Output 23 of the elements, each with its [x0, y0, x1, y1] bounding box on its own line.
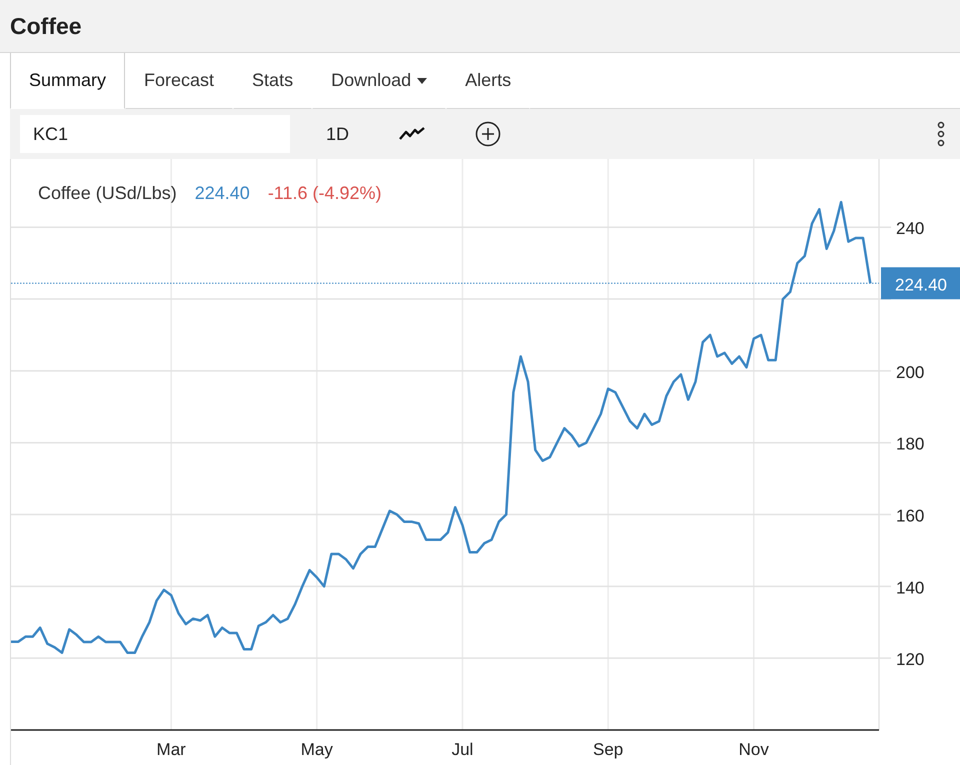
axis-label: May [300, 740, 333, 759]
axis-label: 120 [896, 650, 924, 670]
axis-label: 240 [896, 219, 924, 238]
price-badge: 224.40 [881, 267, 960, 300]
axis-label: Mar [156, 740, 186, 759]
legend-change: -11.6 (-4.92%) [268, 183, 382, 204]
interval-button[interactable]: 1D [322, 120, 354, 148]
legend-name: Coffee (USd/Lbs) [38, 183, 177, 204]
axis-label: Nov [738, 740, 769, 759]
page-title: Coffee [10, 12, 82, 40]
tab[interactable]: Summary [10, 53, 126, 109]
axis-label: 160 [896, 506, 924, 526]
axis-label: Sep [593, 740, 624, 759]
legend-price: 224.40 [194, 183, 250, 204]
axis-label: 180 [896, 434, 924, 454]
caret-icon [417, 78, 428, 84]
line-chart-icon [399, 127, 426, 141]
axis-label: 140 [896, 578, 924, 598]
axis-label: Jul [452, 740, 474, 759]
plus-circle-icon [475, 121, 502, 147]
axis-label: 200 [896, 362, 924, 382]
symbol-field[interactable]: KC1 [20, 115, 290, 153]
kebab-menu-icon [936, 121, 946, 147]
